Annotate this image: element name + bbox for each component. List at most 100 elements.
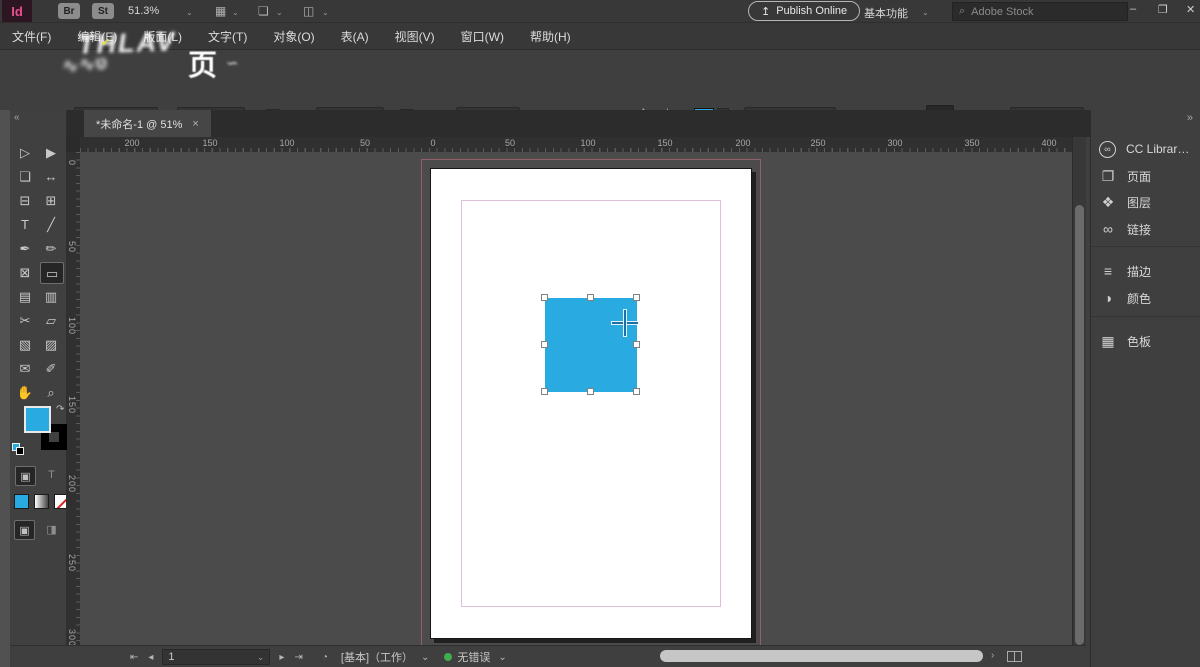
apply-color-button[interactable] bbox=[14, 494, 29, 509]
pen-tool[interactable]: ✒ bbox=[14, 238, 36, 258]
page-tool[interactable]: ❏ bbox=[14, 166, 36, 186]
scissors-tool[interactable]: ✂ bbox=[14, 310, 36, 330]
horizontal-scrollbar-thumb[interactable] bbox=[660, 650, 983, 662]
panel-color[interactable]: ◑ 颜色 bbox=[1099, 286, 1199, 310]
selection-handle[interactable] bbox=[633, 294, 640, 301]
menu-item[interactable]: 文字(T) bbox=[208, 28, 261, 45]
vertical-grid-tool[interactable]: ▥ bbox=[40, 286, 62, 306]
previous-page-button[interactable]: ◂ bbox=[148, 652, 153, 663]
panel-label: 颜色 bbox=[1127, 290, 1151, 307]
zoom-chevron-icon[interactable]: ⌄ bbox=[186, 8, 193, 17]
hand-tool[interactable]: ✋ bbox=[14, 382, 36, 402]
apply-gradient-button[interactable] bbox=[34, 494, 49, 509]
publish-online-button[interactable]: ↥ Publish Online bbox=[748, 1, 860, 21]
selection-handle[interactable] bbox=[587, 294, 594, 301]
status-chevron-icon[interactable]: ⌄ bbox=[498, 652, 506, 663]
menu-item[interactable]: 窗口(W) bbox=[461, 28, 518, 45]
first-page-button[interactable]: ⇤ bbox=[130, 652, 138, 663]
direct-selection-tool[interactable]: ▶ bbox=[40, 142, 62, 162]
close-button[interactable]: ✕ bbox=[1186, 3, 1195, 16]
type-tool[interactable]: T bbox=[14, 214, 36, 234]
panel-icon: ≡ bbox=[1099, 264, 1117, 278]
vertical-scrollbar[interactable] bbox=[1072, 137, 1086, 650]
panel-pages[interactable]: ❐ 页面 bbox=[1099, 164, 1199, 188]
arrange-documents-chevron-icon[interactable]: ⌄ bbox=[322, 8, 329, 17]
horizontal-ruler[interactable]: 20015010050050100150200250300350400 bbox=[80, 137, 1072, 153]
preset-chevron-icon[interactable]: ⌄ bbox=[421, 652, 429, 663]
selection-handle[interactable] bbox=[541, 341, 548, 348]
selection-handle[interactable] bbox=[633, 388, 640, 395]
selection-tool[interactable]: ▷ bbox=[14, 142, 36, 162]
formatting-affects-text-button[interactable]: T bbox=[42, 466, 61, 484]
view-mode-preview-button[interactable]: ◨ bbox=[42, 520, 61, 538]
arrange-documents-icon[interactable]: ◫ bbox=[303, 4, 314, 18]
menu-item[interactable]: 帮助(H) bbox=[530, 28, 585, 45]
pencil-tool[interactable]: ✏ bbox=[40, 238, 62, 258]
dock-collapse-icon[interactable]: » bbox=[1187, 112, 1193, 124]
ruler-corner[interactable] bbox=[66, 137, 81, 153]
view-options-chevron-icon[interactable]: ⌄ bbox=[232, 8, 239, 17]
preflight-icon[interactable]: ◔ bbox=[322, 652, 328, 663]
free-transform-tool[interactable]: ▱ bbox=[40, 310, 62, 330]
menu-item[interactable]: 文件(F) bbox=[12, 28, 65, 45]
last-page-button[interactable]: ⇥ bbox=[294, 652, 302, 663]
frame-tool[interactable]: ⊠ bbox=[14, 262, 36, 282]
workspace-chevron-icon[interactable]: ⌄ bbox=[922, 8, 929, 17]
selection-handle[interactable] bbox=[587, 388, 594, 395]
bridge-button[interactable]: Br bbox=[58, 3, 80, 19]
selection-handle[interactable] bbox=[541, 294, 548, 301]
view-mode-normal-button[interactable]: ▣ bbox=[14, 520, 35, 540]
workspace-switcher[interactable]: 基本功能 bbox=[864, 5, 908, 21]
zoom-level-value[interactable]: 51.3% bbox=[128, 5, 159, 17]
selection-handle[interactable] bbox=[541, 388, 548, 395]
adobe-stock-search[interactable]: ⌕ Adobe Stock bbox=[952, 2, 1128, 21]
swap-fill-stroke-icon[interactable]: ↷ bbox=[56, 404, 64, 415]
fill-swatch[interactable] bbox=[24, 406, 51, 433]
panel-layers[interactable]: ❖ 图层 bbox=[1099, 190, 1199, 214]
vertical-scrollbar-thumb[interactable] bbox=[1075, 205, 1084, 645]
view-options-icon[interactable]: ▦ bbox=[215, 4, 226, 18]
line-tool[interactable]: ╱ bbox=[40, 214, 62, 234]
scroll-right-icon[interactable]: › bbox=[991, 650, 994, 661]
pasteboard[interactable] bbox=[80, 152, 1072, 645]
gap-tool[interactable]: ↔ bbox=[40, 166, 62, 186]
next-page-button[interactable]: ▸ bbox=[279, 652, 284, 663]
gradient-swatch-tool[interactable]: ▧ bbox=[14, 334, 36, 354]
screen-mode-icon[interactable]: ❏ bbox=[258, 4, 269, 18]
menu-item[interactable]: 版面(L) bbox=[143, 28, 196, 45]
menu-item[interactable]: 编辑(E) bbox=[77, 28, 131, 45]
split-view-icon[interactable] bbox=[1007, 651, 1022, 662]
minimize-button[interactable]: – bbox=[1130, 3, 1136, 15]
toolbar-collapse-icon[interactable]: « bbox=[14, 112, 20, 123]
menu-item[interactable]: 对象(O) bbox=[273, 28, 328, 45]
content-placer-tool[interactable]: ⊞ bbox=[40, 190, 62, 210]
preflight-preset[interactable]: [基本]（工作） bbox=[341, 649, 413, 665]
rectangle-tool[interactable]: ▭ bbox=[40, 262, 64, 284]
menu-item[interactable]: 视图(V) bbox=[395, 28, 449, 45]
zoom-tool[interactable]: ⌕ bbox=[40, 382, 62, 402]
content-collector-tool[interactable]: ⊟ bbox=[14, 190, 36, 210]
screen-mode-chevron-icon[interactable]: ⌄ bbox=[276, 8, 283, 17]
document-tab[interactable]: *未命名-1 @ 51% × bbox=[84, 110, 211, 137]
eyedropper-tool[interactable]: ✐ bbox=[40, 358, 62, 378]
ruler-label: 100 bbox=[580, 138, 595, 148]
document-page[interactable] bbox=[430, 168, 752, 639]
horizontal-grid-tool[interactable]: ▤ bbox=[14, 286, 36, 306]
page-chevron-icon[interactable]: ⌄ bbox=[257, 653, 265, 662]
tab-close-icon[interactable]: × bbox=[192, 118, 198, 130]
gradient-feather-tool[interactable]: ▨ bbox=[40, 334, 62, 354]
vertical-ruler[interactable]: 050100150200250300 bbox=[66, 152, 81, 645]
panel-swatches[interactable]: ▦ 色板 bbox=[1099, 329, 1199, 353]
note-tool[interactable]: ✉ bbox=[14, 358, 36, 378]
page-number-field[interactable]: 1 ⌄ bbox=[162, 649, 270, 665]
selection-handle[interactable] bbox=[633, 341, 640, 348]
panel-cc-libraries[interactable]: ∞ CC Librar… bbox=[1099, 137, 1199, 161]
default-fill-stroke-icon[interactable] bbox=[12, 443, 22, 453]
error-status-text[interactable]: 无错误 bbox=[457, 649, 490, 665]
formatting-affects-container-button[interactable]: ▣ bbox=[15, 466, 36, 486]
panel-links[interactable]: ∞ 链接 bbox=[1099, 217, 1199, 241]
restore-button[interactable]: ❐ bbox=[1158, 3, 1168, 16]
panel-stroke[interactable]: ≡ 描边 bbox=[1099, 259, 1199, 283]
menu-item[interactable]: 表(A) bbox=[341, 28, 383, 45]
stock-button[interactable]: St bbox=[92, 3, 114, 19]
